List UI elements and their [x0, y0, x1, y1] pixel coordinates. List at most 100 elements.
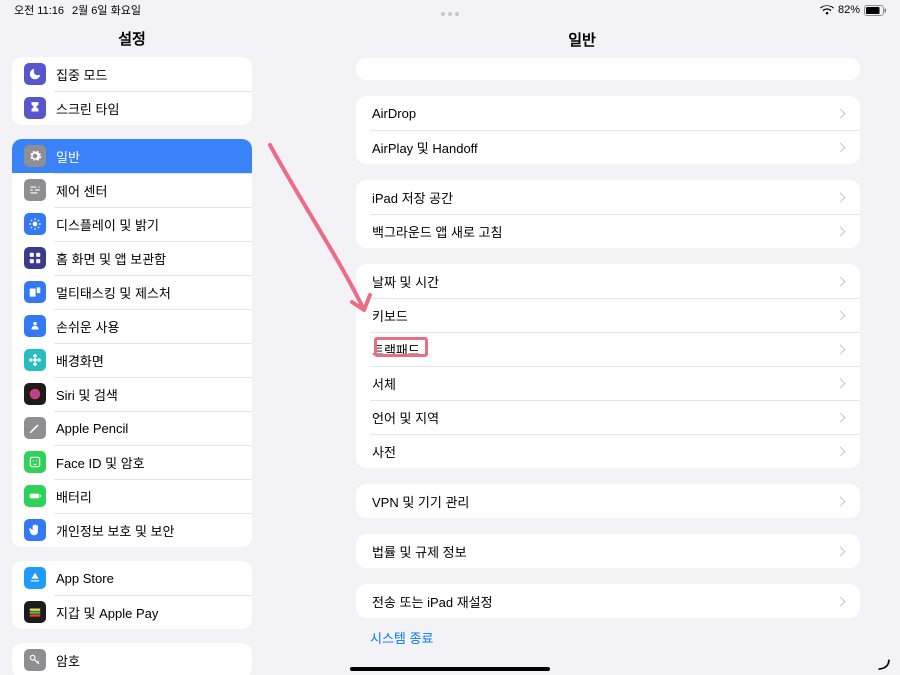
detail-item-keyboard[interactable]: 키보드 — [356, 298, 860, 332]
sidebar-item-faceid[interactable]: Face ID 및 암호 — [12, 445, 252, 479]
focus-icon — [24, 63, 46, 85]
sidebar-item-home[interactable]: 홈 화면 및 앱 보관함 — [12, 241, 252, 275]
chevron-right-icon — [836, 108, 846, 118]
chevron-right-icon — [836, 344, 846, 354]
chevron-right-icon — [836, 378, 846, 388]
home-icon — [24, 247, 46, 269]
sidebar-item-label: 홈 화면 및 앱 보관함 — [56, 249, 240, 268]
sidebar-item-appstore[interactable]: App Store — [12, 561, 252, 595]
display-icon — [24, 213, 46, 235]
sidebar-item-pencil[interactable]: Apple Pencil — [12, 411, 252, 445]
sidebar-item-label: 개인정보 보호 및 보안 — [56, 521, 240, 540]
chevron-right-icon — [836, 310, 846, 320]
status-date: 2월 6일 화요일 — [72, 2, 141, 18]
home-indicator[interactable] — [350, 667, 550, 671]
detail-item-reset[interactable]: 전송 또는 iPad 재설정 — [356, 584, 860, 618]
chevron-right-icon — [836, 192, 846, 202]
detail-item-airdrop[interactable]: AirDrop — [356, 96, 860, 130]
sidebar-item-label: 디스플레이 및 밝기 — [56, 215, 240, 234]
sidebar-item-control[interactable]: 제어 센터 — [12, 173, 252, 207]
sidebar-item-wallpaper[interactable]: 배경화면 — [12, 343, 252, 377]
detail-item-label: 전송 또는 iPad 재설정 — [372, 592, 837, 611]
chevron-right-icon — [836, 496, 846, 506]
detail-item-label: iPad 저장 공간 — [372, 188, 837, 207]
screentime-icon — [24, 97, 46, 119]
detail-item-label: 법률 및 규제 정보 — [372, 542, 837, 561]
sidebar-item-focus[interactable]: 집중 모드 — [12, 57, 252, 91]
chevron-right-icon — [836, 142, 846, 152]
detail-item-label: 서체 — [372, 374, 837, 393]
sidebar-item-label: Apple Pencil — [56, 421, 240, 436]
detail-item-label: 백그라운드 앱 새로 고침 — [372, 222, 837, 241]
detail-row-previous[interactable] — [356, 58, 860, 80]
battery-icon — [24, 485, 46, 507]
appstore-icon — [24, 567, 46, 589]
sidebar-title: 설정 — [0, 20, 264, 57]
detail-item-bgrefresh[interactable]: 백그라운드 앱 새로 고침 — [356, 214, 860, 248]
sidebar-item-label: 암호 — [56, 651, 240, 670]
sidebar-item-label: Siri 및 검색 — [56, 385, 240, 404]
sidebar-item-label: 배터리 — [56, 487, 240, 506]
detail-item-fonts[interactable]: 서체 — [356, 366, 860, 400]
sidebar-item-label: App Store — [56, 571, 240, 586]
siri-icon — [24, 383, 46, 405]
wallet-icon — [24, 601, 46, 623]
detail-item-label: VPN 및 기기 관리 — [372, 492, 837, 511]
passwords-icon — [24, 649, 46, 671]
sidebar-item-label: 멀티태스킹 및 제스처 — [56, 283, 240, 302]
detail-item-label: 사전 — [372, 442, 837, 461]
wifi-icon — [820, 5, 834, 15]
sidebar-item-access[interactable]: 손쉬운 사용 — [12, 309, 252, 343]
detail-item-dict[interactable]: 사전 — [356, 434, 860, 468]
sidebar-item-siri[interactable]: Siri 및 검색 — [12, 377, 252, 411]
detail-footer-shutdown[interactable]: 시스템 종료 — [264, 618, 900, 653]
sidebar-item-battery[interactable]: 배터리 — [12, 479, 252, 513]
sidebar-item-label: 제어 센터 — [56, 181, 240, 200]
chevron-right-icon — [836, 412, 846, 422]
detail-item-label: AirPlay 및 Handoff — [372, 138, 837, 157]
chevron-right-icon — [836, 546, 846, 556]
privacy-icon — [24, 519, 46, 541]
sidebar-item-general[interactable]: 일반 — [12, 139, 252, 173]
sidebar-item-multi[interactable]: 멀티태스킹 및 제스처 — [12, 275, 252, 309]
faceid-icon — [24, 451, 46, 473]
signature-mark: ﺭ — [880, 646, 890, 671]
detail-item-label: 언어 및 지역 — [372, 408, 837, 427]
detail-item-lang[interactable]: 언어 및 지역 — [356, 400, 860, 434]
sidebar-item-label: Face ID 및 암호 — [56, 453, 240, 472]
status-time: 오전 11:16 — [14, 2, 64, 18]
detail-item-datetime[interactable]: 날짜 및 시간 — [356, 264, 860, 298]
status-battery: 82% — [838, 4, 860, 16]
sidebar-item-wallet[interactable]: 지갑 및 Apple Pay — [12, 595, 252, 629]
detail-item-vpn[interactable]: VPN 및 기기 관리 — [356, 484, 860, 518]
sidebar-item-passwords[interactable]: 암호 — [12, 643, 252, 675]
chevron-right-icon — [836, 276, 846, 286]
sidebar-item-label: 집중 모드 — [56, 65, 240, 84]
pencil-icon — [24, 417, 46, 439]
sidebar-item-label: 스크린 타임 — [56, 99, 240, 118]
sidebar-item-label: 배경화면 — [56, 351, 240, 370]
sidebar-item-display[interactable]: 디스플레이 및 밝기 — [12, 207, 252, 241]
sidebar-item-label: 일반 — [56, 147, 240, 166]
access-icon — [24, 315, 46, 337]
sidebar-item-privacy[interactable]: 개인정보 보호 및 보안 — [12, 513, 252, 547]
chevron-right-icon — [836, 596, 846, 606]
detail-item-legal[interactable]: 법률 및 규제 정보 — [356, 534, 860, 568]
detail-item-label: 날짜 및 시간 — [372, 272, 837, 291]
detail-pane: 일반 AirDrop AirPlay 및 Handoff iPad 저장 공간백그라… — [264, 20, 900, 675]
multitask-handle[interactable] — [441, 4, 459, 24]
sidebar-item-label: 지갑 및 Apple Pay — [56, 603, 240, 622]
battery-icon — [864, 5, 886, 16]
detail-item-airplay[interactable]: AirPlay 및 Handoff — [356, 130, 860, 164]
detail-item-label: 키보드 — [372, 306, 837, 325]
detail-title: 일반 — [264, 20, 900, 58]
detail-item-storage[interactable]: iPad 저장 공간 — [356, 180, 860, 214]
control-icon — [24, 179, 46, 201]
chevron-right-icon — [836, 446, 846, 456]
detail-item-label: AirDrop — [372, 106, 837, 121]
wallpaper-icon — [24, 349, 46, 371]
detail-item-trackpad[interactable]: 트랙패드 — [356, 332, 860, 366]
multi-icon — [24, 281, 46, 303]
settings-sidebar: 설정 집중 모드스크린 타임일반제어 센터디스플레이 및 밝기홈 화면 및 앱 … — [0, 20, 264, 675]
sidebar-item-screentime[interactable]: 스크린 타임 — [12, 91, 252, 125]
